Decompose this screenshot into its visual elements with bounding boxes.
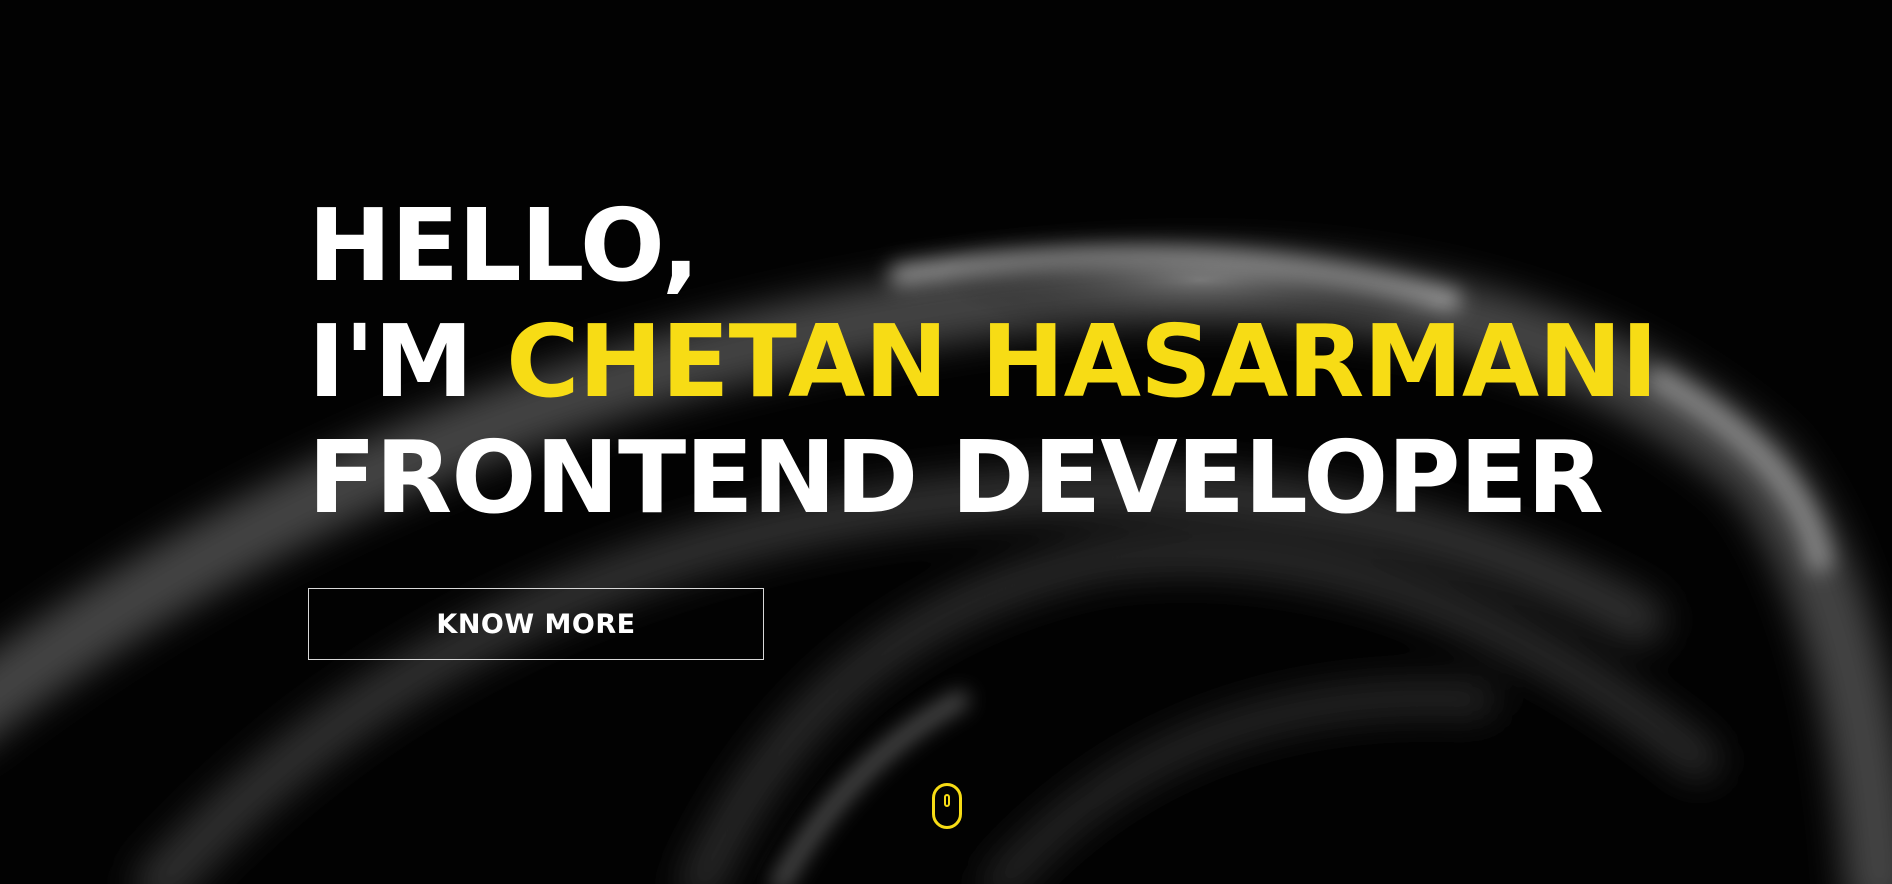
role-text: FRONTEND DEVELOPER	[308, 419, 1604, 536]
hero-section: HELLO, I'M CHETAN HASARMANI FRONTEND DEV…	[0, 0, 1892, 884]
hero-headline: HELLO, I'M CHETAN HASARMANI FRONTEND DEV…	[308, 187, 1658, 536]
hero-content: HELLO, I'M CHETAN HASARMANI FRONTEND DEV…	[308, 187, 1658, 536]
intro-prefix: I'M	[308, 303, 473, 420]
scroll-wheel-icon	[944, 794, 950, 807]
know-more-button[interactable]: KNOW MORE	[308, 588, 764, 660]
developer-name: CHETAN HASARMANI	[506, 303, 1658, 420]
intro-line: I'M CHETAN HASARMANI	[308, 303, 1658, 420]
mouse-scroll-icon[interactable]	[932, 783, 962, 829]
greeting-text: HELLO,	[308, 187, 700, 304]
